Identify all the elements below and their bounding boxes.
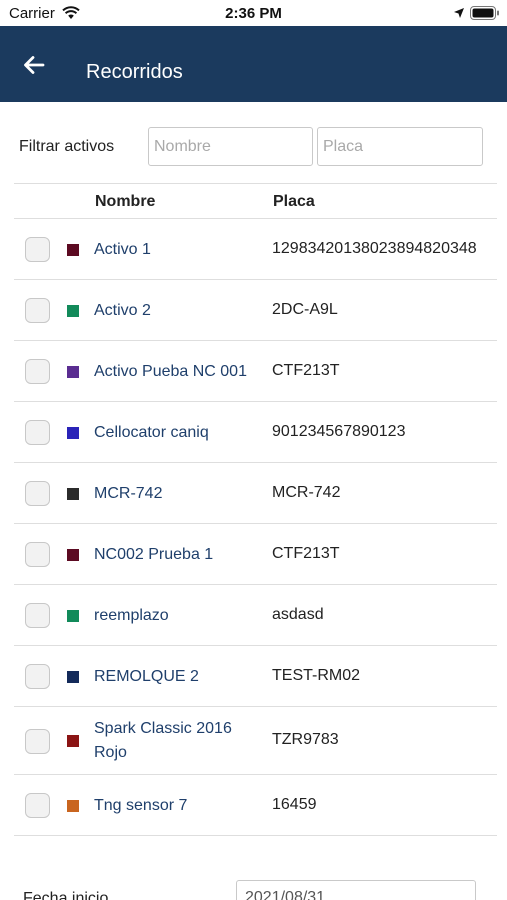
- asset-color-swatch: [67, 427, 79, 439]
- table-header: Nombre Placa: [14, 183, 497, 219]
- table-body: Activo 1 12983420138023894820348 Activo 2 2…: [14, 219, 497, 836]
- asset-plate: 12983420138023894820348: [272, 240, 477, 257]
- asset-name-link[interactable]: NC002 Prueba 1: [94, 543, 264, 567]
- asset-name-link[interactable]: Activo Pueba NC 001: [94, 360, 264, 384]
- asset-color-swatch: [67, 671, 79, 683]
- assets-table: Nombre Placa Activo 1 1298342013802389482…: [14, 183, 497, 836]
- asset-color-swatch: [67, 366, 79, 378]
- name-filter-input[interactable]: [148, 127, 313, 166]
- asset-name-link[interactable]: Activo 1: [94, 238, 264, 262]
- asset-plate: TZR9783: [272, 731, 339, 748]
- asset-name-link[interactable]: Cellocator caniq: [94, 421, 264, 445]
- table-row[interactable]: reemplazo asdasd: [14, 585, 497, 646]
- table-row[interactable]: Activo 2 2DC-A9L: [14, 280, 497, 341]
- asset-name-link[interactable]: REMOLQUE 2: [94, 665, 264, 689]
- row-checkbox[interactable]: [25, 793, 50, 818]
- asset-name-link[interactable]: Tng sensor 7: [94, 794, 264, 818]
- asset-plate: 16459: [272, 796, 317, 813]
- battery-icon: [470, 6, 499, 20]
- back-arrow-icon: [24, 56, 45, 74]
- asset-name-link[interactable]: Spark Classic 2016 Rojo: [94, 717, 264, 765]
- asset-name-link[interactable]: MCR-742: [94, 482, 264, 506]
- table-row[interactable]: Spark Classic 2016 Rojo TZR9783: [14, 707, 497, 775]
- asset-color-swatch: [67, 244, 79, 256]
- asset-color-swatch: [67, 549, 79, 561]
- asset-plate: TEST-RM02: [272, 667, 361, 684]
- row-checkbox[interactable]: [25, 359, 50, 384]
- page-title: Recorridos: [86, 61, 183, 83]
- asset-plate: 901234567890123: [272, 423, 406, 440]
- start-date-input[interactable]: [236, 880, 476, 900]
- table-row[interactable]: Cellocator caniq 901234567890123: [14, 402, 497, 463]
- column-header-name: Nombre: [95, 193, 156, 210]
- asset-color-swatch: [67, 735, 79, 747]
- asset-plate: asdasd: [272, 606, 324, 623]
- navigation-bar: Recorridos: [0, 26, 507, 102]
- asset-plate: 2DC-A9L: [272, 301, 338, 318]
- row-checkbox[interactable]: [25, 664, 50, 689]
- asset-color-swatch: [67, 610, 79, 622]
- start-date-label: Fecha inicio: [23, 890, 109, 900]
- row-checkbox[interactable]: [25, 298, 50, 323]
- asset-plate: CTF213T: [272, 362, 340, 379]
- row-checkbox[interactable]: [25, 542, 50, 567]
- row-checkbox[interactable]: [25, 729, 50, 754]
- plate-filter-input[interactable]: [317, 127, 483, 166]
- location-arrow-icon: [454, 8, 464, 18]
- row-checkbox[interactable]: [25, 481, 50, 506]
- asset-plate: MCR-742: [272, 484, 341, 501]
- asset-color-swatch: [67, 800, 79, 812]
- table-row[interactable]: MCR-742 MCR-742: [14, 463, 497, 524]
- table-row[interactable]: Activo Pueba NC 001 CTF213T: [14, 341, 497, 402]
- row-checkbox[interactable]: [25, 603, 50, 628]
- row-checkbox[interactable]: [25, 420, 50, 445]
- column-header-plate: Placa: [273, 193, 315, 210]
- asset-color-swatch: [67, 488, 79, 500]
- asset-color-swatch: [67, 305, 79, 317]
- asset-name-link[interactable]: Activo 2: [94, 299, 264, 323]
- row-checkbox[interactable]: [25, 237, 50, 262]
- filter-label: Filtrar activos: [19, 138, 115, 155]
- table-row[interactable]: NC002 Prueba 1 CTF213T: [14, 524, 497, 585]
- table-row[interactable]: Tng sensor 7 16459: [14, 775, 497, 836]
- table-row[interactable]: REMOLQUE 2 TEST-RM02: [14, 646, 497, 707]
- table-row[interactable]: Activo 1 12983420138023894820348: [14, 219, 497, 280]
- asset-name-link[interactable]: reemplazo: [94, 604, 264, 628]
- status-bar: Carrier 2:36 PM: [0, 0, 507, 26]
- status-time: 2:36 PM: [225, 5, 282, 22]
- back-button[interactable]: [14, 50, 54, 80]
- asset-plate: CTF213T: [272, 545, 340, 562]
